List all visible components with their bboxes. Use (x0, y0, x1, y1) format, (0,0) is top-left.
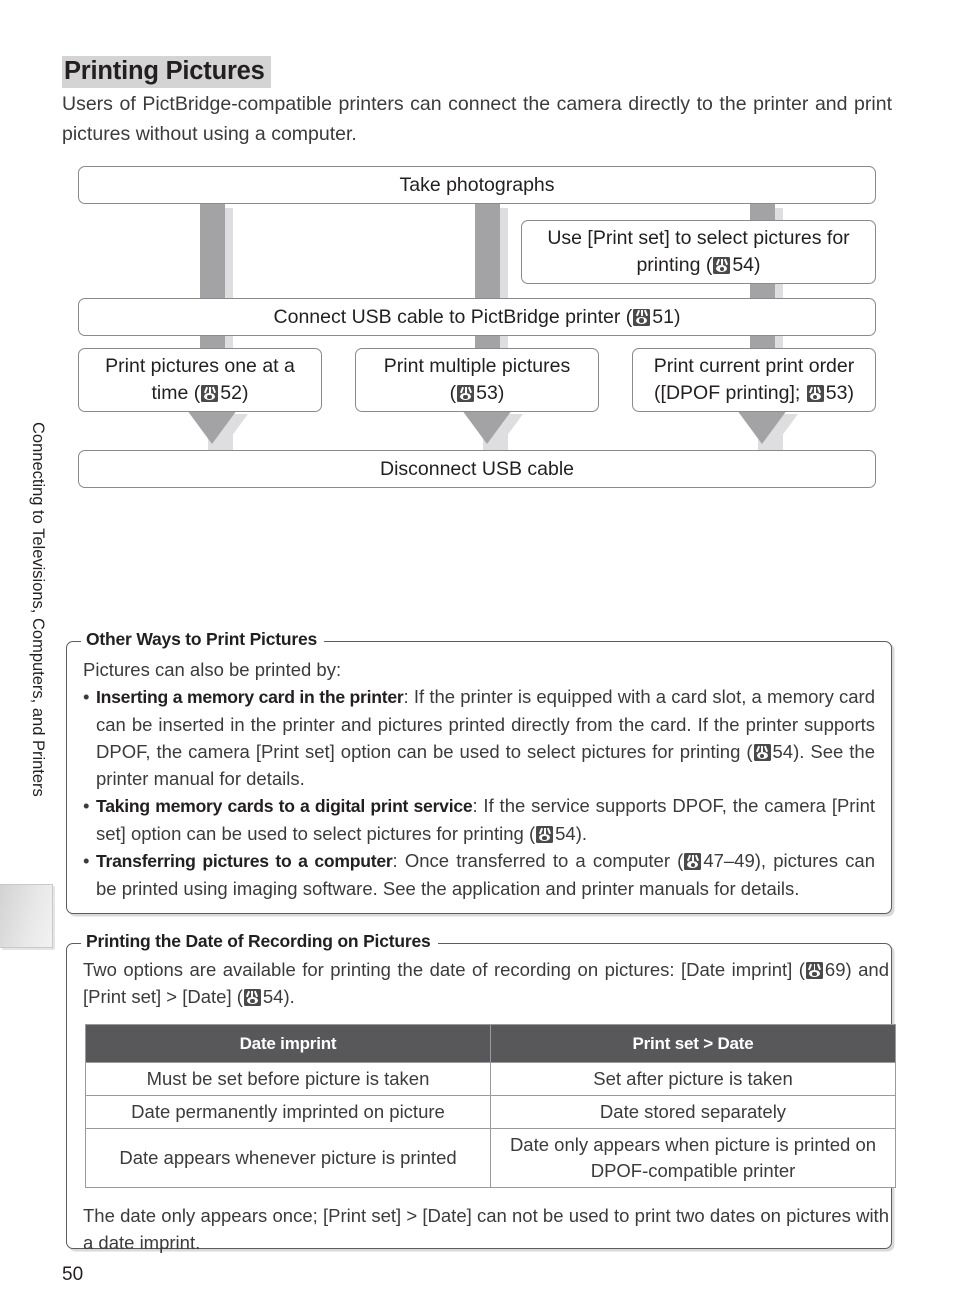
table-header-date-imprint: Date imprint (85, 1024, 491, 1063)
bullet-0-bold: Inserting a memory card in the printer (96, 687, 404, 707)
flow-box-print-multiple-line2-pre: ( (449, 382, 457, 404)
bullet-1-page: 54 (555, 823, 576, 844)
bullet-1-text-b: ). (575, 823, 587, 844)
table-header-row: Date imprint Print set > Date (85, 1024, 896, 1063)
flow-box-print-one-page: 52 (220, 382, 242, 404)
chapter-tab-label: Connecting to Televisions, Computers, an… (29, 422, 47, 797)
table-row: Date appears whenever picture is printed… (85, 1128, 896, 1188)
page-reference-icon (713, 257, 731, 274)
flow-box-print-one-line1: Print pictures one at a (105, 355, 295, 377)
flow-box-print-multiple-line1: Print multiple pictures (383, 355, 571, 377)
flow-box-connect-usb-pre: Connect USB cable to PictBridge printer … (273, 305, 633, 328)
page-reference-icon (805, 962, 823, 979)
flow-box-connect-usb: Connect USB cable to PictBridge printer … (78, 298, 876, 336)
flow-box-disconnect-usb: Disconnect USB cable (78, 450, 876, 488)
bullet-marker: • (83, 850, 90, 871)
note-date-printing-footer: The date only appears once; [Print set] … (83, 1205, 889, 1253)
note-other-ways-title: Other Ways to Print Pictures (81, 629, 325, 650)
table-cell-r2c0: Date appears whenever picture is printed (85, 1128, 491, 1188)
flow-box-print-order-line1: Print current print order (653, 355, 855, 377)
bullet-2-text-a: : Once transferred to a computer ( (392, 850, 684, 871)
page-reference-icon (457, 385, 475, 402)
note-other-ways-body: Pictures can also be printed by: • Inser… (67, 642, 891, 912)
note-date-printing-body: Two options are available for printing t… (67, 944, 896, 1266)
flow-box-print-order-line2-pre: ([DPOF printing]; (654, 382, 806, 404)
table-cell-r1c0: Date permanently imprinted on picture (85, 1095, 491, 1129)
flow-box-print-set-page: 54 (732, 254, 755, 276)
page-title: Printing Pictures (62, 56, 271, 89)
note-date-printing-title: Printing the Date of Recording on Pictur… (81, 931, 438, 952)
list-item: • Inserting a memory card in the printer… (83, 683, 875, 792)
table-row: Date permanently imprinted on picture Da… (85, 1095, 896, 1129)
page-reference-icon (753, 744, 771, 761)
printing-workflow-flowchart: Take photographs Use [Print set] to sele… (78, 166, 876, 488)
page-reference-icon (536, 826, 554, 843)
page-reference-icon (243, 989, 261, 1006)
page-reference-icon (684, 853, 702, 870)
page-reference-icon (201, 385, 219, 402)
bullet-1-bold: Taking memory cards to a digital print s… (96, 796, 473, 816)
page-title-container: Printing Pictures (62, 56, 894, 89)
bullet-marker: • (83, 686, 90, 707)
flow-box-print-multiple-line2-post: ) (497, 382, 505, 404)
note-other-ways-to-print: Other Ways to Print Pictures Pictures ca… (66, 629, 892, 914)
table-cell-r1c1: Date stored separately (490, 1095, 896, 1129)
bullet-0-page: 54 (772, 741, 794, 762)
bullet-marker: • (83, 795, 90, 816)
flow-box-print-set-line1: Use [Print set] to select pictures for (547, 227, 850, 249)
flow-box-print-multiple: Print multiple pictures (53) (355, 348, 599, 412)
intro-paragraph: Users of PictBridge-compatible printers … (62, 93, 892, 145)
flow-box-print-current-order: Print current print order ([DPOF printin… (632, 348, 876, 412)
list-item: • Transferring pictures to a computer: O… (83, 847, 875, 902)
flow-box-print-order-page: 53 (825, 382, 848, 404)
chapter-edge-marker (0, 884, 53, 948)
table-cell-r0c1: Set after picture is taken (490, 1062, 896, 1096)
bullet-2-bold: Transferring pictures to a computer (96, 851, 393, 871)
note-printing-date-of-recording: Printing the Date of Recording on Pictur… (66, 931, 896, 1253)
flow-box-print-multiple-page: 53 (476, 382, 498, 404)
flow-box-disconnect-usb-label: Disconnect USB cable (379, 457, 574, 480)
flow-box-connect-usb-post: ) (673, 305, 681, 328)
table-row: Must be set before picture is taken Set … (85, 1062, 896, 1096)
flow-box-print-one-line2-pre: time ( (151, 382, 201, 404)
note-date-lead-a: Two options are available for printing t… (83, 959, 805, 980)
date-comparison-table: Date imprint Print set > Date Must be se… (85, 1024, 896, 1188)
flow-box-print-set-select: Use [Print set] to select pictures for p… (521, 220, 876, 284)
table-cell-r2c1: Date only appears when picture is printe… (490, 1128, 896, 1188)
note-other-ways-lead: Pictures can also be printed by: (83, 659, 342, 680)
table-header-print-set-date: Print set > Date (490, 1024, 896, 1063)
flow-box-print-one-at-a-time: Print pictures one at a time ( 52) (78, 348, 322, 412)
bullet-2-page: 47–49 (703, 850, 755, 871)
page-reference-icon (806, 385, 824, 402)
note-date-lead-c: ). (283, 986, 295, 1007)
flow-box-print-order-line2-post: ) (847, 382, 854, 404)
flow-box-print-set-line2-pre: printing ( (636, 254, 713, 276)
note-date-lead-page1: 69 (824, 959, 846, 980)
page-number: 50 (62, 1264, 84, 1285)
flow-box-print-one-line2-post: ) (241, 382, 249, 404)
note-date-lead-page2: 54 (262, 986, 284, 1007)
note-date-printing-lead: Two options are available for printing t… (83, 956, 889, 1010)
page-reference-icon (633, 308, 651, 326)
flow-box-take-photographs: Take photographs (78, 166, 876, 204)
list-item: • Taking memory cards to a digital print… (83, 792, 875, 847)
flow-box-connect-usb-page: 51 (652, 305, 674, 328)
flow-box-take-photographs-label: Take photographs (399, 173, 555, 196)
table-cell-r0c0: Must be set before picture is taken (85, 1062, 491, 1096)
chapter-tab: Connecting to Televisions, Computers, an… (26, 422, 52, 882)
flow-box-print-set-line2-post: ) (754, 254, 761, 276)
